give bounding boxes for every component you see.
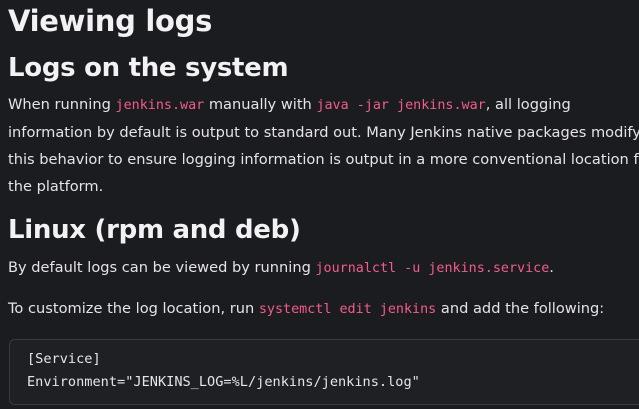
- text-fragment: When running: [8, 96, 116, 113]
- text-fragment: manually with: [204, 96, 317, 113]
- section-heading-linux: Linux (rpm and deb): [8, 215, 301, 245]
- section-heading-logs-on-system: Logs on the system: [8, 53, 289, 83]
- text-fragment: .: [549, 259, 554, 276]
- code-block[interactable]: [Service] Environment="JENKINS_LOG=%L/je…: [9, 339, 639, 405]
- inline-code-jenkins-war: jenkins.war: [115, 98, 205, 113]
- text-fragment: To customize the log location, run: [8, 300, 259, 317]
- linux-default-paragraph: By default logs can be viewed by running…: [8, 254, 639, 282]
- inline-code-java-jar: java -jar jenkins.war: [316, 98, 486, 113]
- text-fragment: and add the following:: [436, 300, 605, 317]
- text-fragment: By default logs can be viewed by running: [8, 259, 316, 276]
- logs-paragraph-line-2: information by default is output to stan…: [8, 124, 639, 141]
- logs-paragraph-line-4: the platform.: [8, 178, 104, 195]
- text-fragment: , all logging: [485, 96, 571, 113]
- code-line-environment: Environment="JENKINS_LOG=%L/jenkins/jenk…: [27, 374, 420, 390]
- linux-customize-paragraph: To customize the log location, run syste…: [8, 295, 639, 323]
- page-title: Viewing logs: [8, 4, 213, 38]
- code-line-service: [Service]: [27, 351, 101, 367]
- docs-page: Viewing logs Logs on the system When run…: [0, 0, 639, 409]
- logs-paragraph-line-3: this behavior to ensure logging informat…: [8, 151, 639, 168]
- inline-code-journalctl: journalctl -u jenkins.service: [315, 261, 550, 276]
- inline-code-systemctl-edit: systemctl edit jenkins: [258, 302, 437, 317]
- logs-paragraph: When running jenkins.war manually with j…: [8, 91, 639, 200]
- logs-paragraph-line-1: When running jenkins.war manually with j…: [8, 91, 639, 119]
